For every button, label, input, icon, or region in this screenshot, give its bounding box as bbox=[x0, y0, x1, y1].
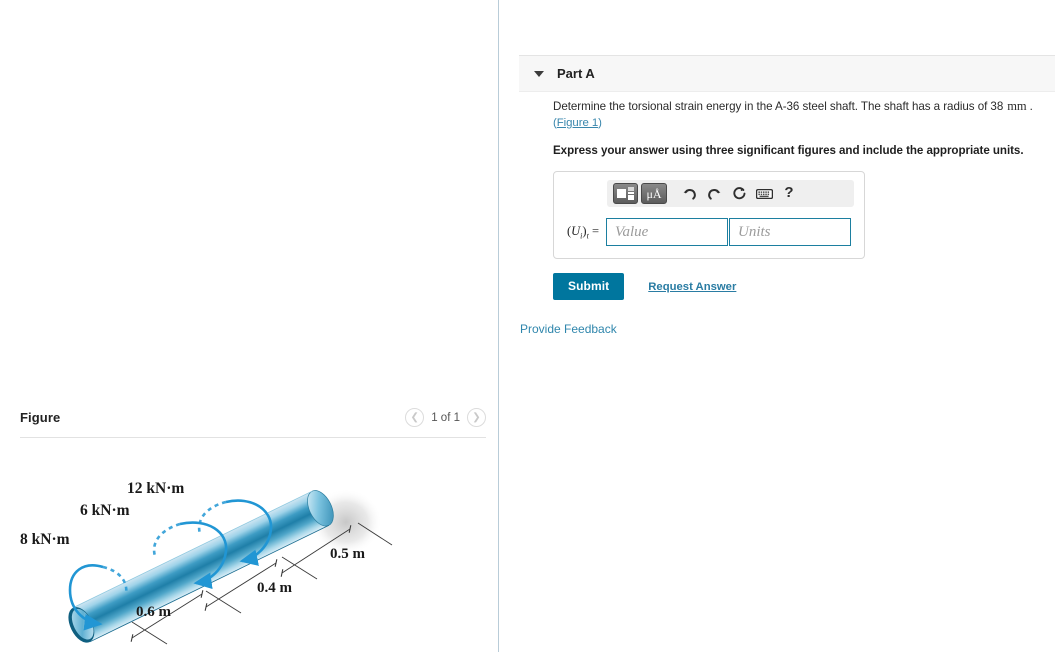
action-row: Submit Request Answer bbox=[553, 273, 1055, 300]
figure-counter: 1 of 1 bbox=[431, 412, 460, 424]
question-unit: mm bbox=[1003, 99, 1029, 113]
figure-1-link[interactable]: (Figure 1) bbox=[553, 116, 602, 131]
answer-label: (Ui)t = bbox=[562, 224, 606, 241]
submit-button[interactable]: Submit bbox=[553, 273, 624, 300]
instruction-text: Express your answer using three signific… bbox=[553, 144, 1055, 157]
figure-pane: Figure ❮ 1 of 1 ❯ bbox=[0, 0, 498, 652]
question-mark-icon[interactable]: ? bbox=[778, 183, 800, 204]
question-text-main: Determine the torsional strain energy in… bbox=[553, 100, 1003, 113]
part-header[interactable]: Part A bbox=[519, 55, 1055, 92]
figure-title: Figure bbox=[20, 410, 60, 425]
units-input[interactable] bbox=[729, 218, 851, 246]
provide-feedback-link[interactable]: Provide Feedback bbox=[520, 322, 617, 336]
figure-1-link-label[interactable]: Figure 1 bbox=[557, 117, 598, 129]
dimension-label-04: 0.4 m bbox=[257, 580, 293, 596]
micro-angstrom-icon: μÅ bbox=[646, 188, 661, 200]
dimension-label-05: 0.5 m bbox=[330, 546, 366, 562]
undo-arrow-icon[interactable] bbox=[678, 183, 700, 204]
help-label: ? bbox=[784, 185, 793, 202]
chevron-right-icon[interactable]: ❯ bbox=[467, 408, 486, 427]
chevron-left-icon[interactable]: ❮ bbox=[405, 408, 424, 427]
figure-image: 12 kN·m 6 kN·m 8 kN·m 0.5 m 0.4 m 0.6 m bbox=[20, 452, 486, 648]
template-icon bbox=[617, 187, 634, 200]
question-text: Determine the torsional strain energy in… bbox=[553, 99, 1055, 131]
torque-label-12: 12 kN·m bbox=[127, 480, 184, 497]
question-text-tail: . bbox=[1030, 100, 1033, 113]
answer-toolbar: μÅ bbox=[607, 180, 854, 207]
value-input[interactable] bbox=[606, 218, 728, 246]
torque-label-6: 6 kN·m bbox=[80, 502, 130, 519]
figure-divider bbox=[20, 437, 486, 438]
figure-navigation: ❮ 1 of 1 ❯ bbox=[405, 408, 486, 427]
part-body: Determine the torsional strain energy in… bbox=[553, 99, 1055, 300]
keyboard-icon[interactable] bbox=[753, 183, 775, 204]
redo-arrow-icon[interactable] bbox=[703, 183, 725, 204]
answer-row: (Ui)t = bbox=[562, 218, 856, 246]
request-answer-link[interactable]: Request Answer bbox=[648, 281, 736, 293]
dimension-label-06: 0.6 m bbox=[136, 604, 172, 620]
shaft-torsion-diagram: 12 kN·m 6 kN·m 8 kN·m 0.5 m 0.4 m 0.6 m bbox=[20, 452, 486, 648]
figure-header: Figure ❮ 1 of 1 ❯ bbox=[20, 408, 486, 436]
units-button[interactable]: μÅ bbox=[641, 183, 667, 204]
template-button[interactable] bbox=[613, 183, 638, 204]
triangle-down-icon[interactable] bbox=[534, 71, 544, 77]
part-title: Part A bbox=[557, 66, 595, 81]
answer-entry-box: μÅ bbox=[553, 171, 865, 259]
problem-pane: Part A Determine the torsional strain en… bbox=[499, 0, 1055, 652]
refresh-circle-icon[interactable] bbox=[728, 183, 750, 204]
torque-label-8: 8 kN·m bbox=[20, 531, 70, 548]
